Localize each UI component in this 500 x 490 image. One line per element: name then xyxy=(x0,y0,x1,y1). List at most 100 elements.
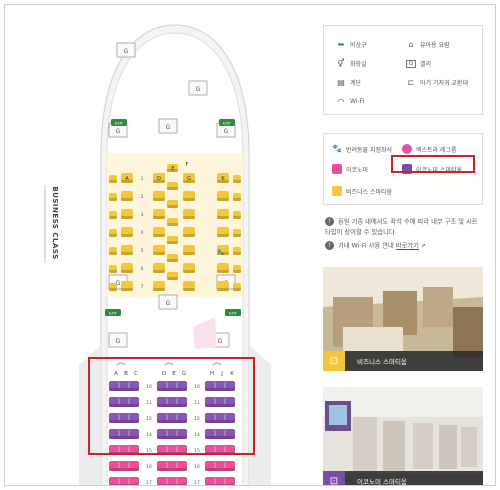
economy-seat-left-block[interactable] xyxy=(109,461,139,471)
business-smartium-caption-bar: ⊡ 비즈니스 스마티움 xyxy=(323,351,483,371)
business-seat[interactable] xyxy=(233,211,241,219)
business-seat[interactable] xyxy=(217,263,229,273)
business-seat[interactable] xyxy=(167,200,178,208)
legend-label: 비즈니스 스마티움 xyxy=(346,188,393,196)
business-seat[interactable] xyxy=(233,247,241,255)
business-seat[interactable] xyxy=(183,227,195,237)
info-icon: ! xyxy=(325,217,334,226)
business-seat[interactable] xyxy=(109,175,117,183)
pet-icon: 🐾 xyxy=(332,144,342,154)
business-seat[interactable] xyxy=(233,193,241,201)
business-seat[interactable] xyxy=(109,265,117,273)
seat-armrest xyxy=(109,216,117,219)
business-seat[interactable] xyxy=(217,227,229,237)
economy-seat-right-block[interactable] xyxy=(205,477,235,486)
business-seat[interactable] xyxy=(183,281,195,291)
business-seat[interactable] xyxy=(109,247,117,255)
economy-seat-middle-block[interactable] xyxy=(157,477,187,486)
seat-armrest xyxy=(121,216,133,219)
exit-sign: EXIT xyxy=(219,119,235,126)
business-seat[interactable] xyxy=(121,281,133,291)
business-seat[interactable] xyxy=(217,191,229,201)
business-seat[interactable] xyxy=(109,283,117,291)
business-seat[interactable] xyxy=(167,182,178,190)
business-seat[interactable] xyxy=(167,272,178,280)
legend-label: 비상구 xyxy=(350,42,367,49)
business-seat[interactable] xyxy=(183,263,195,273)
business-seat[interactable] xyxy=(233,283,241,291)
seat-armrest xyxy=(153,198,165,201)
business-seat[interactable] xyxy=(233,175,241,183)
business-seat[interactable] xyxy=(167,236,178,244)
business-seat[interactable] xyxy=(153,209,165,219)
seat-armrest xyxy=(217,288,229,291)
economy-seat-middle-block[interactable] xyxy=(157,461,187,471)
galley-label: G xyxy=(116,128,121,135)
seat-armrest xyxy=(153,234,165,237)
seat-armrest xyxy=(205,484,235,485)
seat-armrest xyxy=(153,252,165,255)
economy-smartium-caption: 이코노미 스마티움 xyxy=(357,478,407,486)
exit-label: EXIT xyxy=(109,312,118,316)
seat-armrest xyxy=(121,270,133,273)
seat-armrest xyxy=(121,234,133,237)
business-seat[interactable] xyxy=(183,245,195,255)
business-seat[interactable] xyxy=(153,281,165,291)
seat-col-label: F xyxy=(186,162,189,168)
business-seat[interactable] xyxy=(121,209,133,219)
exit-label: EXIT xyxy=(115,122,124,126)
seat-armrest xyxy=(233,252,241,255)
business-seat[interactable] xyxy=(153,191,165,201)
seat-armrest xyxy=(109,270,117,273)
business-seat[interactable] xyxy=(233,265,241,273)
business-seat[interactable] xyxy=(183,191,195,201)
legend-stairs: ▤ 계단 xyxy=(336,78,361,87)
legend-label: 반려동물 지정좌석 xyxy=(346,146,393,154)
economy-seat-left-block[interactable] xyxy=(109,477,139,486)
row-number: 6 xyxy=(141,266,144,272)
business-smartium-photo[interactable]: ⊡ 비즈니스 스마티움 xyxy=(323,267,483,371)
business-seat[interactable] xyxy=(167,218,178,226)
pet-icon: 🐾 xyxy=(217,249,225,256)
business-seat[interactable] xyxy=(217,281,229,291)
economy-smartium-caption-bar: ⊡ 이코노미 스마티움 xyxy=(323,471,483,486)
business-seat[interactable] xyxy=(121,227,133,237)
business-seat[interactable] xyxy=(121,245,133,255)
business-seat[interactable] xyxy=(153,245,165,255)
economy-smartium-photo[interactable]: ⊡ 이코노미 스마티움 xyxy=(323,387,483,486)
seat-armrest xyxy=(167,259,178,262)
business-seat[interactable] xyxy=(153,263,165,273)
seat-armrest xyxy=(167,241,178,244)
business-seat[interactable] xyxy=(109,229,117,237)
seat-armrest xyxy=(121,252,133,255)
business-seat[interactable] xyxy=(109,193,117,201)
business-seat[interactable] xyxy=(109,211,117,219)
business-seat[interactable] xyxy=(167,254,178,262)
legend-pet-seat: 🐾 반려동물 지정좌석 xyxy=(332,144,392,154)
business-seat[interactable] xyxy=(183,209,195,219)
diaper-table-icon: ⊏ xyxy=(407,78,415,87)
business-seat[interactable] xyxy=(153,227,165,237)
wifi-guide-link[interactable]: 바로가기 xyxy=(396,243,419,250)
seat-armrest xyxy=(153,288,165,291)
economy-seat-right-block[interactable] xyxy=(205,461,235,471)
seat-armrest xyxy=(183,270,195,273)
exit-label: EXIT xyxy=(223,122,232,126)
seat-armrest xyxy=(183,288,195,291)
legend-label: 화장실 xyxy=(350,61,367,68)
exit-arrow-icon: ⬅ xyxy=(337,40,345,49)
seat-col-label: A xyxy=(125,176,129,182)
seat-armrest xyxy=(121,198,133,201)
business-seat[interactable] xyxy=(121,263,133,273)
business-seat[interactable] xyxy=(217,209,229,219)
seat-armrest xyxy=(109,180,117,183)
galley-label: G xyxy=(224,128,229,135)
seat-col-label: E xyxy=(171,166,174,172)
seat-armrest xyxy=(233,270,241,273)
business-seat[interactable] xyxy=(233,229,241,237)
seat-armrest xyxy=(109,468,139,471)
seat-armrest xyxy=(167,187,178,190)
seat-armrest xyxy=(153,216,165,219)
seat-armrest xyxy=(233,288,241,291)
business-seat[interactable] xyxy=(121,191,133,201)
